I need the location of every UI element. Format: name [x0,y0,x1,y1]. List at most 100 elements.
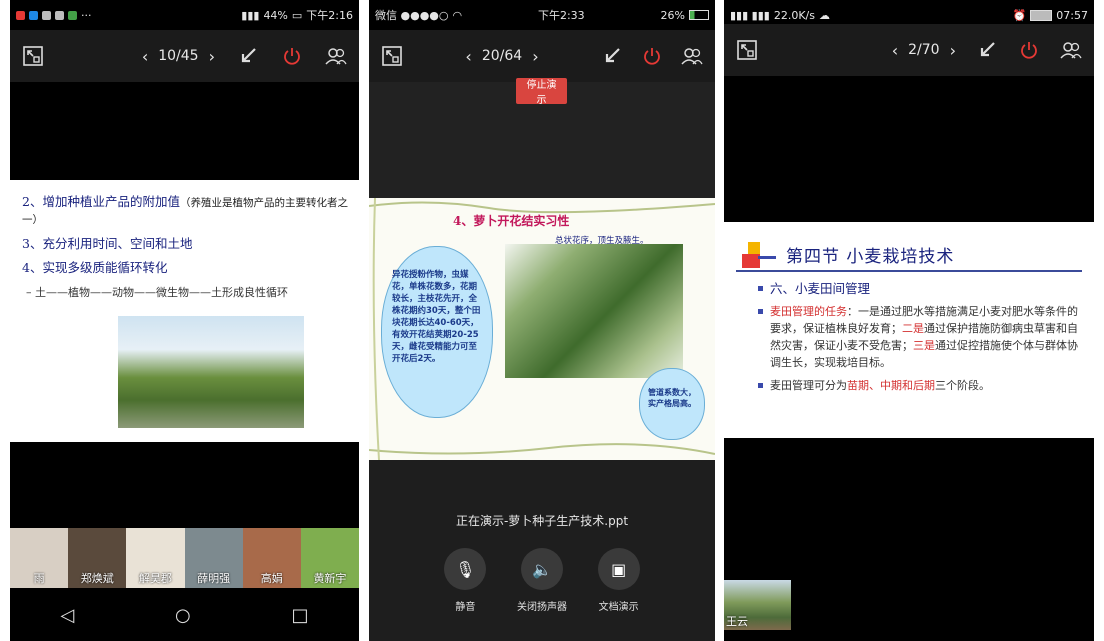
bullet-item: 麦田管理可分为苗期、中期和后期三个阶段。 [758,377,1078,394]
next-slide-button[interactable]: › [950,41,956,60]
participant-thumb[interactable]: 雨 [10,528,69,588]
power-icon[interactable] [281,45,303,67]
next-slide-button[interactable]: › [209,47,215,66]
participant-name: 王云 [726,615,748,628]
battery-icon [1030,9,1053,21]
participant-thumb[interactable]: 郑焕斌 [68,528,127,588]
presenting-filename: 正在演示-萝卜种子生产技术.ppt [455,514,629,528]
pointer-arrow-icon[interactable] [237,45,259,67]
participants-icon[interactable] [325,45,347,67]
prev-slide-button[interactable]: ‹ [142,47,148,66]
clock: 07:57 [1056,8,1088,22]
meeting-controls: 🎙 静音 🔈 关闭扬声器 ▣ 文档演示 [369,548,715,613]
phone-screen-2: 微信 ●●●●○ ◠ 下午2:33 26% ‹ 20/64 › 停止演示 4、萝… [369,0,715,641]
cloud-icon: ☁ [818,8,830,22]
meeting-toolbar: ‹ 2/70 › [724,24,1094,76]
exit-fullscreen-icon[interactable] [22,45,44,67]
app-icon [29,10,38,20]
shared-slide: 第四节 小麦栽培技术 六、小麦田间管理 麦田管理的任务：一是通过肥水等措施满足小… [724,222,1094,438]
share-document-button[interactable]: ▣ 文档演示 [597,548,640,613]
status-bar: ··· ▮▮▮ 44% ▭ 下午2:16 [10,0,359,30]
clock: 下午2:16 [306,9,353,22]
status-bar: 微信 ●●●●○ ◠ 下午2:33 26% [369,0,715,30]
list-item: 3、充分利用时间、空间和土地 [22,236,193,251]
network-status: ▮▮▮ ▮▮▮ 22.0K/s ☁ [730,9,830,22]
slide-body: 六、小麦田间管理 麦田管理的任务：一是通过肥水等措施满足小麦对肥水等条件的要求，… [758,280,1078,400]
battery-percent: 44% [263,8,288,22]
exit-fullscreen-icon[interactable] [381,45,403,67]
greenhouse-photo [118,316,304,428]
slide-heading: 六、小麦田间管理 [758,280,1078,297]
bullet-item: 麦田管理的任务：一是通过肥水等措施满足小麦对肥水等条件的要求，保证植株良好发育；… [758,303,1078,371]
participants-icon[interactable] [681,45,703,67]
participant-thumb[interactable]: 薛明强 [184,528,243,588]
callout-bubble: 异花授粉作物，虫媒花，单株花数多，花期较长，主枝花先开，全株花期约30天，整个田… [381,246,493,418]
battery-icon [688,10,709,20]
page-indicator: 10/45 [158,48,199,64]
slide-pager: ‹ 10/45 › [142,47,215,66]
folder-share-icon: ▣ [597,548,640,590]
shared-slide: 2、增加种植业产品的附加值（养殖业是植物产品的主要转化者之一） 3、充分利用时间… [10,180,359,442]
mail-icon [42,10,51,20]
pointer-arrow-icon[interactable] [601,45,623,67]
android-nav-bar: ◁ ○ □ [10,590,359,641]
slide-text: 2、增加种植业产品的附加值（养殖业是植物产品的主要转化者之一） 3、充分利用时间… [22,194,349,300]
sub-item: – 土——植物——动物——微生物——土形成良性循环 [26,286,288,299]
participants-icon[interactable] [1060,39,1082,61]
power-icon[interactable] [641,45,663,67]
slide-title: 4、萝卜开花结实习性 [453,214,570,228]
more-icon: ··· [81,8,92,22]
shared-slide: 4、萝卜开花结实习性 总状花序，顶生及腋生。 异花授粉作物，虫媒花，单株花数多，… [369,198,715,460]
battery-icon: ▭ [291,8,303,22]
speaker-off-button[interactable]: 🔈 关闭扬声器 [517,548,567,613]
system-status: 26% [661,9,709,22]
system-status: ⏰ 07:57 [1013,9,1088,22]
wechat-icon [68,10,77,20]
callout-bubble-small: 管道系数大，实产格局高。 [639,368,705,440]
system-status: ▮▮▮ 44% ▭ 下午2:16 [241,7,353,23]
meeting-toolbar: ‹ 20/64 › [369,30,715,82]
meeting-toolbar: ‹ 10/45 › [10,30,359,82]
participant-thumb[interactable]: 高娟 [242,528,301,588]
mute-button[interactable]: 🎙 静音 [444,548,487,613]
list-item: 4、实现多级质能循环转化 [22,260,168,275]
microphone-icon: 🎙 [444,548,487,590]
page-indicator: 2/70 [908,42,940,58]
clock: 下午2:33 [537,9,585,22]
network-speed: 22.0K/s [773,8,815,22]
pointer-arrow-icon[interactable] [976,39,998,61]
app-icon [16,10,25,20]
title-rule [736,270,1082,272]
signal-icon: ▮▮▮ ▮▮▮ [730,8,770,22]
carrier-info: 微信 ●●●●○ ◠ [375,7,462,23]
battery-percent: 26% [660,8,685,22]
signal-icon: ▮▮▮ [241,8,260,22]
slide-pager: ‹ 2/70 › [892,41,956,60]
back-icon[interactable]: ◁ [60,605,74,626]
message-icon [55,10,64,20]
exit-fullscreen-icon[interactable] [736,39,758,61]
alarm-icon: ⏰ [1012,8,1027,22]
participant-thumb[interactable]: 解昊郡 [126,528,185,588]
power-icon[interactable] [1018,39,1040,61]
video-thumbnail[interactable]: 王云 [724,580,791,630]
phone-screen-3: ▮▮▮ ▮▮▮ 22.0K/s ☁ ⏰ 07:57 ‹ 2/70 › 第四节 小… [724,0,1094,641]
speaker-icon: 🔈 [520,548,563,590]
participant-strip: 雨 郑焕斌 解昊郡 薛明强 高娟 黄新宇 [10,528,359,588]
prev-slide-button[interactable]: ‹ [465,47,471,66]
phone-screen-1: ··· ▮▮▮ 44% ▭ 下午2:16 ‹ 10/45 › 2、增加种植业产品… [10,0,359,641]
page-indicator: 20/64 [481,48,523,64]
slide-pager: ‹ 20/64 › [465,47,538,66]
title-decoration [742,242,776,268]
prev-slide-button[interactable]: ‹ [892,41,898,60]
participant-thumb[interactable]: 黄新宇 [300,528,359,588]
recents-icon[interactable]: □ [292,605,309,626]
next-slide-button[interactable]: › [532,47,538,66]
home-icon[interactable]: ○ [175,605,191,626]
slide-title: 第四节 小麦栽培技术 [786,247,955,267]
wifi-icon: ◠ [452,8,463,22]
stop-presenting-button[interactable]: 停止演示 [516,78,567,106]
radish-flower-photo [505,244,683,378]
notification-icons: ··· [16,9,92,22]
list-item: 2、增加种植业产品的附加值（养殖业是植物产品的主要转化者之一） [22,194,348,226]
